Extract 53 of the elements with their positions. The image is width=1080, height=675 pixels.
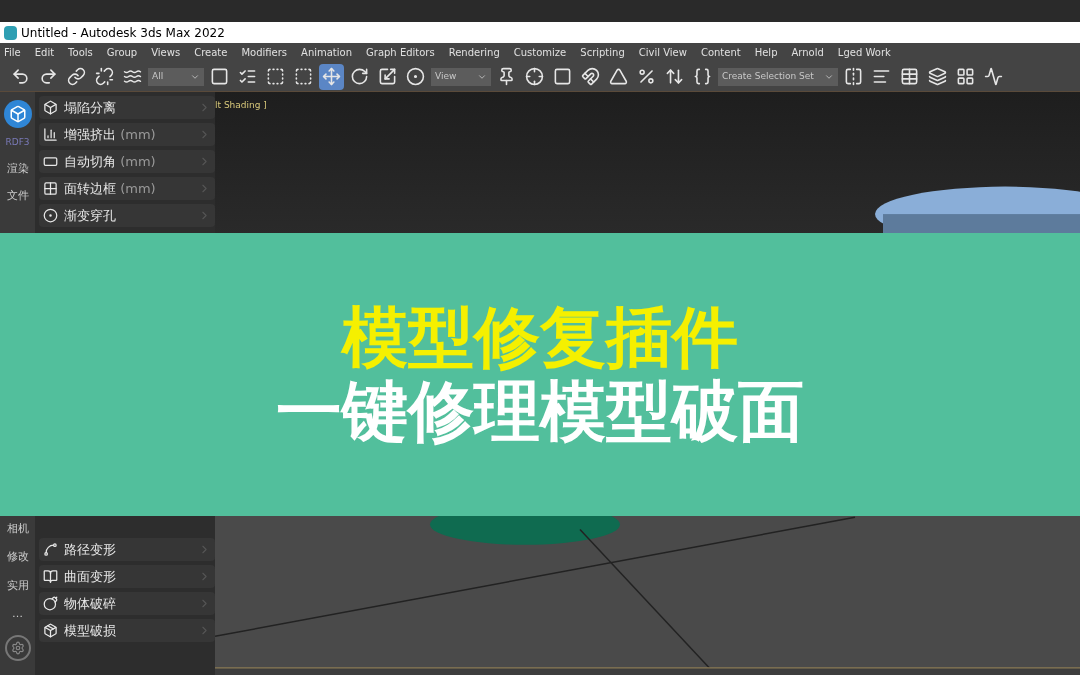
menu-item[interactable]: Customize [513, 45, 567, 60]
plugin-menu-item[interactable]: 路径变形 [39, 538, 215, 561]
menu-item[interactable]: Civil View [638, 45, 687, 60]
menu-item[interactable]: Arnold [791, 45, 824, 60]
side-tab[interactable]: 渲染 [6, 160, 29, 177]
plugin-menu-item[interactable]: 增强挤出 (mm) [39, 123, 215, 146]
coordinate-dropdown[interactable]: View [431, 67, 491, 86]
plugin-menu-item[interactable]: 曲面变形 [39, 565, 215, 588]
side-tab[interactable]: 实用 [6, 577, 29, 594]
more-button[interactable]: … [12, 606, 23, 623]
curve-icon [43, 542, 58, 557]
menu-item[interactable]: Rendering [448, 45, 500, 60]
window-title: Untitled - Autodesk 3ds Max 2022 [21, 24, 225, 42]
menu-item[interactable]: Tools [68, 45, 93, 60]
menu-item[interactable]: Create [194, 45, 228, 60]
selection-set-dropdown[interactable]: Create Selection Set [718, 67, 838, 86]
box-icon [43, 623, 58, 638]
menu-item[interactable]: Group [106, 45, 138, 60]
ring-icon [43, 208, 58, 223]
menu-item[interactable]: Modifiers [241, 45, 288, 60]
bar-chart-icon [43, 127, 58, 142]
side-tab[interactable]: 修改 [6, 549, 29, 566]
banner-title: 模型修复插件 [342, 304, 738, 371]
menu-item[interactable]: Edit [34, 45, 55, 60]
settings-icon [4, 634, 31, 661]
banner-subtitle: 一键修理模型破面 [276, 378, 804, 445]
grid-icon [43, 181, 58, 196]
plugin-menu-item[interactable]: 自动切角 (mm) [39, 150, 215, 173]
plugin-logo-icon [3, 100, 32, 128]
book-icon [43, 569, 58, 584]
side-tab[interactable]: 文件 [6, 188, 29, 205]
cube-icon [43, 100, 58, 115]
plugin-menu-item[interactable]: 物体破碎 [39, 592, 215, 615]
side-tab[interactable]: 相机 [6, 520, 29, 537]
plugin-menu-item[interactable]: 面转边框 (mm) [39, 177, 215, 200]
menu-item[interactable]: Help [754, 45, 778, 60]
menu-item[interactable]: Scripting [580, 45, 625, 60]
menu-item[interactable]: Views [151, 45, 181, 60]
plugin-menu-item[interactable]: 模型破损 [39, 619, 215, 642]
menu-item[interactable]: Lged Work [837, 45, 891, 60]
app-logo-icon [4, 25, 17, 40]
menu-item[interactable]: Graph Editors [366, 45, 435, 60]
plugin-name: RDF3 [5, 136, 30, 149]
menu-item[interactable]: File [4, 45, 21, 60]
viewport-label[interactable]: lt Shading ] [215, 99, 267, 113]
plugin-menu-item[interactable]: 塌陷分离 [39, 96, 215, 119]
plugin-menu-item[interactable]: 渐变穿孔 [39, 204, 215, 227]
move-icon[interactable] [319, 63, 344, 90]
rectangle-icon [43, 154, 58, 169]
menu-item[interactable]: Animation [301, 45, 353, 60]
menu-item[interactable]: Content [700, 45, 741, 60]
bomb-icon [43, 596, 58, 611]
selection-filter-dropdown[interactable]: All [148, 67, 204, 86]
